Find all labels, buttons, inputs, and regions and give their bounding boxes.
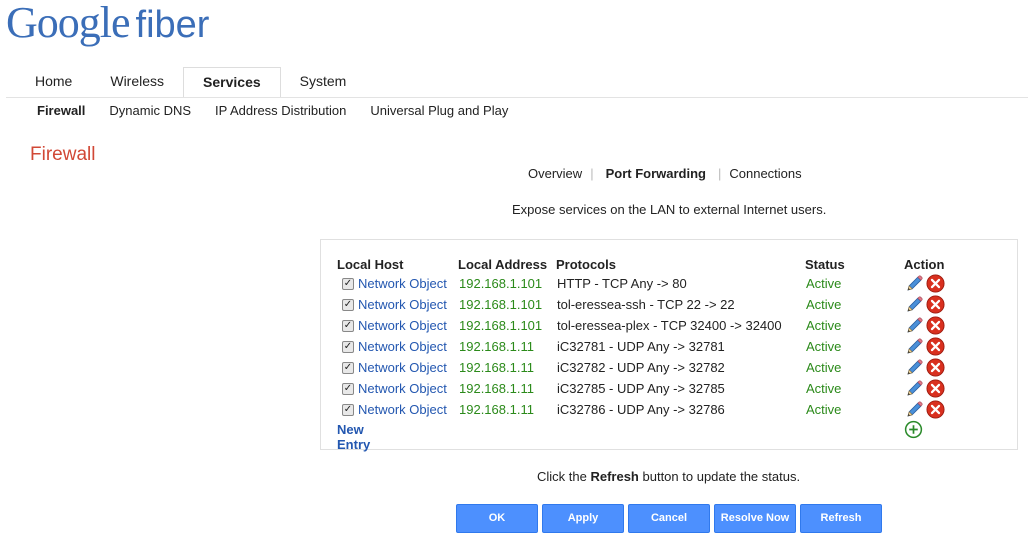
local-address: 192.168.1.11 <box>459 402 534 417</box>
tab-system[interactable]: System <box>281 67 366 97</box>
status-text: Active <box>806 360 842 375</box>
ok-button[interactable]: OK <box>456 504 538 533</box>
protocol: tol-eressea-plex - TCP 32400 -> 32400 <box>557 318 782 333</box>
table-row: ✓ Network Object 192.168.1.11 iC32785 - UDP… <box>335 379 955 402</box>
enable-checkbox[interactable]: ✓ <box>342 404 354 416</box>
status-text: Active <box>806 402 842 417</box>
cancel-button[interactable]: Cancel <box>628 504 710 533</box>
enable-checkbox[interactable]: ✓ <box>342 362 354 374</box>
subtab-ip-address-distribution[interactable]: IP Address Distribution <box>203 103 358 118</box>
status-text: Active <box>806 297 842 312</box>
table-row: ✓ Network Object 192.168.1.11 iC32781 - UDP… <box>335 337 955 360</box>
pencil-icon[interactable] <box>904 316 924 336</box>
section-description: Expose services on the LAN to external I… <box>512 202 827 217</box>
pencil-icon[interactable] <box>904 274 924 294</box>
hint-suffix: button to update the status. <box>638 469 801 484</box>
protocol: iC32785 - UDP Any -> 32785 <box>557 381 725 396</box>
protocol: HTTP - TCP Any -> 80 <box>557 276 687 291</box>
header-local-host: Local Host <box>337 257 404 272</box>
main-nav-tabs: Home Wireless Services System <box>16 67 366 98</box>
delete-x-icon[interactable] <box>926 337 945 356</box>
local-host-link[interactable]: Network Object <box>358 402 447 418</box>
apply-button[interactable]: Apply <box>542 504 624 533</box>
local-address: 192.168.1.101 <box>459 297 543 312</box>
local-host-link[interactable]: Network Object <box>358 360 447 376</box>
enable-checkbox[interactable]: ✓ <box>342 341 354 353</box>
table-row: ✓ Network Object 192.168.1.11 iC32786 - UDP… <box>335 400 955 423</box>
enable-checkbox[interactable]: ✓ <box>342 299 354 311</box>
local-host-link[interactable]: Network Object <box>358 297 447 313</box>
enable-checkbox[interactable]: ✓ <box>342 383 354 395</box>
logo-google-text: Google <box>6 0 131 47</box>
plus-circle-icon[interactable] <box>904 420 923 439</box>
form-buttons: OK Apply Cancel Resolve Now Refresh <box>456 504 882 533</box>
protocol: tol-eressea-ssh - TCP 22 -> 22 <box>557 297 735 312</box>
status-text: Active <box>806 318 842 333</box>
firewall-view-tabs: Overview | Port Forwarding | Connections <box>520 166 810 181</box>
local-address: 192.168.1.101 <box>459 318 543 333</box>
local-address: 192.168.1.101 <box>459 276 543 291</box>
local-address: 192.168.1.11 <box>459 360 534 375</box>
pencil-icon[interactable] <box>904 379 924 399</box>
pencil-icon[interactable] <box>904 400 924 420</box>
status-text: Active <box>806 276 842 291</box>
header-local-address: Local Address <box>458 257 548 272</box>
enable-checkbox[interactable]: ✓ <box>342 278 354 290</box>
new-entry-link[interactable]: New Entry <box>337 422 370 452</box>
delete-x-icon[interactable] <box>926 358 945 377</box>
protocol: iC32786 - UDP Any -> 32786 <box>557 402 725 417</box>
page-title: Firewall <box>30 144 96 165</box>
table-row: ✓ Network Object 192.168.1.11 iC32782 - UDP… <box>335 358 955 381</box>
pencil-icon[interactable] <box>904 337 924 357</box>
local-host-link[interactable]: Network Object <box>358 318 447 334</box>
refresh-hint: Click the Refresh button to update the s… <box>537 469 800 484</box>
delete-x-icon[interactable] <box>926 379 945 398</box>
local-host-link[interactable]: Network Object <box>358 339 447 355</box>
header-status: Status <box>805 257 845 272</box>
tab-wireless[interactable]: Wireless <box>91 67 183 97</box>
view-tab-port-forwarding[interactable]: Port Forwarding <box>594 166 718 181</box>
tab-home[interactable]: Home <box>16 67 91 97</box>
enable-checkbox[interactable]: ✓ <box>342 320 354 332</box>
resolve-now-button[interactable]: Resolve Now <box>714 504 796 533</box>
refresh-button[interactable]: Refresh <box>800 504 882 533</box>
table-row: ✓ Network Object 192.168.1.101 tol-eressea-… <box>335 316 955 339</box>
subtab-firewall[interactable]: Firewall <box>25 103 97 118</box>
local-host-link[interactable]: Network Object <box>358 381 447 397</box>
header-action: Action <box>904 257 945 272</box>
tab-services[interactable]: Services <box>183 67 281 98</box>
table-row: ✓ Network Object 192.168.1.101 HTTP - TCP A… <box>335 274 955 297</box>
pencil-icon[interactable] <box>904 295 924 315</box>
delete-x-icon[interactable] <box>926 316 945 335</box>
hint-refresh-word: Refresh <box>590 469 639 484</box>
google-fiber-logo: Google fiber <box>6 0 209 52</box>
pencil-icon[interactable] <box>904 358 924 378</box>
services-sub-nav: Firewall Dynamic DNS IP Address Distribu… <box>25 103 520 118</box>
delete-x-icon[interactable] <box>926 274 945 293</box>
delete-x-icon[interactable] <box>926 400 945 419</box>
logo-fiber-text: fiber <box>135 4 210 46</box>
local-address: 192.168.1.11 <box>459 339 534 354</box>
subtab-upnp[interactable]: Universal Plug and Play <box>358 103 520 118</box>
view-tab-connections[interactable]: Connections <box>721 166 809 181</box>
port-forwarding-panel: Local Host Local Address Protocols Statu… <box>320 239 1018 452</box>
table-row: ✓ Network Object 192.168.1.101 tol-eressea-… <box>335 295 955 318</box>
delete-x-icon[interactable] <box>926 295 945 314</box>
status-text: Active <box>806 381 842 396</box>
hint-prefix: Click the <box>537 469 591 484</box>
local-host-link[interactable]: Network Object <box>358 276 447 292</box>
status-text: Active <box>806 339 842 354</box>
subtab-dynamic-dns[interactable]: Dynamic DNS <box>97 103 203 118</box>
local-address: 192.168.1.11 <box>459 381 534 396</box>
view-tab-overview[interactable]: Overview <box>520 166 590 181</box>
protocol: iC32781 - UDP Any -> 32781 <box>557 339 725 354</box>
protocol: iC32782 - UDP Any -> 32782 <box>557 360 725 375</box>
header-protocols: Protocols <box>556 257 616 272</box>
tab-divider <box>6 97 1028 98</box>
